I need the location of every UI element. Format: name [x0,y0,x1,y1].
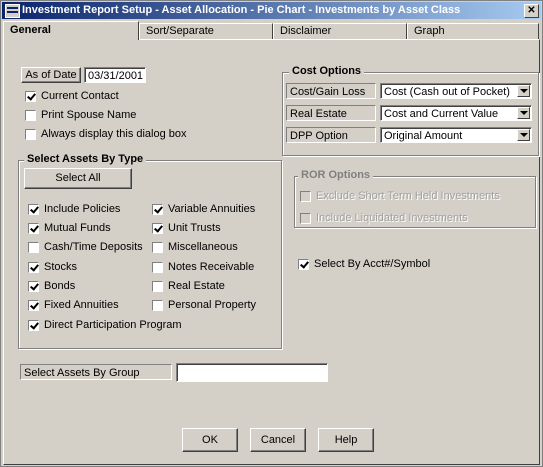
select-all-button[interactable]: Select All [24,168,132,189]
select-value: Cost and Current Value [384,108,499,120]
checkbox-box[interactable] [28,320,39,331]
checkbox-label: Miscellaneous [168,241,238,253]
checkbox-label: Mutual Funds [44,222,111,234]
checkbox-label: Stocks [44,261,78,273]
checkbox-label: Always display this dialog box [41,128,187,140]
select-value: Original Amount [384,130,463,142]
select-assets-by-group-field[interactable] [176,363,328,382]
checkbox-box[interactable] [28,262,39,273]
checkbox-label: Notes Receivable [168,261,255,273]
checkbox-label: Variable Annuities [168,203,256,215]
checkbox-box[interactable] [28,281,39,292]
checkbox-label: Print Spouse Name [41,109,137,121]
close-icon[interactable]: ✕ [524,4,539,18]
checkbox-box[interactable] [25,91,36,102]
checkbox-label: Include Policies [44,203,121,215]
checkbox-label: Fixed Annuities [44,299,119,311]
cancel-button[interactable]: Cancel [250,428,306,452]
window-icon [5,4,20,18]
tab-sort-separate[interactable]: Sort/Separate [139,23,273,39]
window-title: Investment Report Setup - Asset Allocati… [22,4,461,16]
checkbox-box[interactable] [28,223,39,234]
checkbox-box[interactable] [25,110,36,121]
checkbox-label: Direct Participation Program [44,319,182,331]
chevron-down-icon[interactable] [517,129,530,141]
tab-general[interactable]: General [3,21,139,40]
checkbox-box[interactable] [152,204,163,215]
real-estate-label: Real Estate [286,105,376,121]
select-value: Cost (Cash out of Pocket) [384,86,510,98]
cost-gain-loss-label: Cost/Gain Loss [286,83,376,99]
checkbox-box[interactable] [152,242,163,253]
checkbox-box[interactable] [152,300,163,311]
checkbox-box[interactable] [25,129,36,140]
checkbox-label: Real Estate [168,280,225,292]
real-estate-select[interactable]: Cost and Current Value [380,105,532,121]
checkbox-box[interactable] [28,204,39,215]
checkbox-label: Personal Property [168,299,257,311]
checkbox-label: Cash/Time Deposits [44,241,143,253]
dpp-option-label: DPP Option [286,127,376,143]
checkbox-box[interactable] [152,262,163,273]
as-of-date-field[interactable]: 03/31/2001 [84,67,146,83]
cost-gain-loss-select[interactable]: Cost (Cash out of Pocket) [380,83,532,99]
help-button[interactable]: Help [318,428,374,452]
select-assets-by-type-title: Select Assets By Type [24,153,147,165]
checkbox-label: Unit Trusts [168,222,221,234]
chevron-down-icon[interactable] [517,85,530,97]
cost-options-title: Cost Options [289,65,365,77]
ok-button[interactable]: OK [182,428,238,452]
select-assets-by-group-label: Select Assets By Group [20,364,172,380]
dpp-option-select[interactable]: Original Amount [380,127,532,143]
checkbox-label: Exclude Short Term Held Investments [316,190,500,202]
ror-options-title: ROR Options [298,169,374,181]
general-tab-panel: As of Date 03/31/2001 Current Contact Pr… [3,39,540,465]
checkbox-label: Include Liquidated Investments [316,212,468,224]
tab-graph[interactable]: Graph [407,23,539,39]
tab-strip: General Sort/Separate Disclaimer Graph [3,21,540,40]
checkbox-box[interactable] [152,223,163,234]
checkbox-box [300,213,311,224]
checkbox-label: Select By Acct#/Symbol [314,258,431,270]
checkbox-box[interactable] [28,242,39,253]
checkbox-box[interactable] [152,281,163,292]
checkbox-box[interactable] [298,259,309,270]
checkbox-label: Current Contact [41,90,119,102]
tab-disclaimer[interactable]: Disclaimer [273,23,407,39]
checkbox-box [300,191,311,202]
checkbox-label: Bonds [44,280,76,292]
as-of-date-button[interactable]: As of Date [21,67,81,83]
title-bar[interactable]: Investment Report Setup - Asset Allocati… [2,2,541,19]
checkbox-box[interactable] [28,300,39,311]
chevron-down-icon[interactable] [517,107,530,119]
dialog-window: Investment Report Setup - Asset Allocati… [0,0,543,467]
